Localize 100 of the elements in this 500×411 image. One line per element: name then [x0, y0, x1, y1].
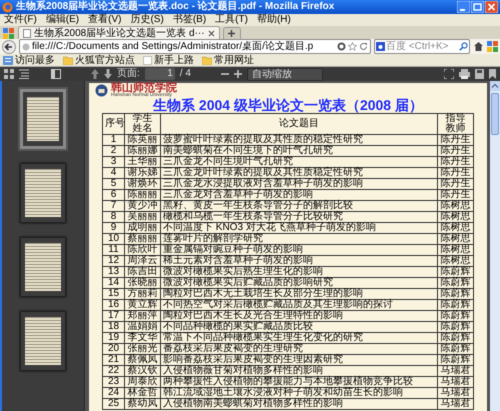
table-cell: 谢焕环 [124, 178, 160, 190]
table-cell: 13 [102, 266, 124, 278]
zoom-dropdown[interactable]: 自动缩放 [246, 68, 323, 80]
column-header: 指导教师 [438, 114, 474, 134]
table-cell: 不同温度下 KNO3 对大花飞燕草种子萌发的影响 [160, 222, 438, 234]
reload-icon[interactable] [359, 42, 368, 51]
table-cell: 陈吉田 [124, 266, 160, 278]
menu-item[interactable]: 文件(F) [4, 14, 37, 26]
table-cell: 成明丽 [124, 222, 160, 234]
column-header: 论文题目 [160, 114, 438, 134]
table-cell: 马瑞君 [438, 366, 474, 376]
table-cell: 不同热空气对采后橄榄贮藏品质及其生理影响的探讨 [160, 300, 438, 310]
bookmark-icon[interactable] [489, 69, 496, 79]
bookmark-link[interactable]: 访问最多 [3, 54, 55, 66]
table-cell: 陈蔚辉 [438, 278, 474, 288]
back-icon[interactable] [2, 40, 16, 54]
maximize-icon[interactable] [471, 1, 484, 13]
thumbnails-icon[interactable] [4, 69, 14, 79]
table-cell: 陈树思 [438, 256, 474, 266]
table-cell: 方丽莉 [124, 288, 160, 300]
menu-item[interactable]: 工具(T) [215, 14, 248, 26]
page-thumbnail[interactable] [20, 89, 66, 149]
table-cell: 陈树思 [438, 244, 474, 256]
table-cell: 林金哲 [124, 388, 160, 398]
down-arrow-icon[interactable] [104, 69, 112, 79]
table-cell: 黄立辉 [124, 300, 160, 310]
table-cell: 郑丽萍 [124, 310, 160, 322]
search-icon[interactable] [459, 42, 468, 51]
table-cell: 李文华 [124, 332, 160, 344]
table-cell: 25 [102, 398, 124, 410]
zoom-in-icon[interactable] [234, 70, 242, 78]
minimize-icon[interactable] [457, 1, 470, 13]
menu-item[interactable]: 查看(V) [88, 14, 122, 26]
fullscreen-icon[interactable] [444, 69, 454, 79]
table-cell: 陈树思 [438, 212, 474, 222]
star-list-icon [3, 56, 13, 64]
table-cell: 马瑞君 [438, 398, 474, 410]
table-cell: 陈蔚辉 [438, 332, 474, 344]
table-cell: 陈蔚辉 [438, 310, 474, 322]
page-thumbnail[interactable] [20, 311, 66, 371]
table-cell: 温娟娟 [124, 322, 160, 332]
table-cell: 南美蟛蜞菊在不同生境下的叶气孔研究 [160, 146, 438, 156]
table-cell: 陈蔚辉 [438, 288, 474, 300]
table-cell: 陈丹生 [438, 146, 474, 156]
table-cell: 陈欣叶 [124, 244, 160, 256]
new-tab-button[interactable] [222, 27, 241, 39]
column-header: 学生姓名 [124, 114, 160, 134]
save-icon[interactable] [475, 69, 484, 79]
grid-icon[interactable] [487, 41, 498, 52]
table-cell: 陈蔚辉 [438, 354, 474, 366]
table-cell: 21 [102, 354, 124, 366]
table-cell: 陈丹生 [438, 190, 474, 200]
up-arrow-icon[interactable] [91, 69, 99, 79]
table-cell: 陈蔚辉 [438, 266, 474, 278]
table-cell: 陈丹生 [438, 168, 474, 178]
table-cell: 两种攀援性入侵植物的攀援能力与本地攀援植物竞争比较 [160, 376, 438, 388]
browser-tab[interactable]: 生物系2008届毕业论文选题一览表 d··· [18, 26, 220, 39]
table-cell: 18 [102, 322, 124, 332]
page-icon [143, 56, 152, 64]
table-cell: 黄少冲 [124, 200, 160, 212]
table-cell: 入侵植物南美蟛蜞菊对植物多样性的影响 [160, 398, 438, 410]
bookmark-link[interactable]: 火狐官方站点 [63, 54, 135, 66]
table-cell: 莲雾叶片的解剖学研究 [160, 234, 438, 244]
table-cell: 吴丽丽 [124, 212, 160, 222]
scroll-up-icon[interactable] [490, 81, 500, 91]
table-cell: 陶粒对巴西木生长及光合生理特性的影响 [160, 310, 438, 322]
table-cell: 3 [102, 156, 124, 168]
bookmark-link[interactable]: 常用网址 [202, 54, 254, 66]
print-icon[interactable] [459, 69, 470, 79]
menu-item[interactable]: 历史(S) [130, 14, 164, 26]
menu-item[interactable]: 帮助(H) [256, 14, 291, 26]
bookmark-link[interactable]: 新手上路 [143, 54, 194, 66]
page-number-field[interactable]: 1 [144, 68, 175, 80]
table-cell: 陈英丽 [124, 134, 160, 146]
table-cell: 12 [102, 256, 124, 266]
table-cell: 24 [102, 388, 124, 398]
table-cell: 23 [102, 376, 124, 388]
table-cell: 三爪金龙不同生境叶气孔研究 [160, 156, 438, 168]
table-cell: 陈丹生 [438, 156, 474, 168]
table-cell: 入侵植物薇甘菊对植物多样性的影响 [160, 366, 438, 376]
table-cell: 马瑞君 [438, 376, 474, 388]
close-icon[interactable] [208, 30, 215, 36]
table-cell: 陈蔚辉 [438, 322, 474, 332]
page-thumbnail[interactable] [20, 237, 66, 297]
logo-text: 韩山师范学院 [111, 82, 177, 93]
star-icon[interactable] [348, 42, 357, 51]
scrollbar-thumb[interactable] [491, 93, 499, 135]
table-cell: 19 [102, 332, 124, 344]
page-icon [23, 28, 31, 38]
table-cell: 1 [102, 134, 124, 146]
menu-item[interactable]: 编辑(E) [46, 14, 80, 26]
table-cell: 4 [102, 168, 124, 178]
table-cell: 17 [102, 310, 124, 322]
sidebar-toggle-icon[interactable] [51, 69, 61, 79]
scrollbar[interactable] [490, 81, 500, 411]
menu-item[interactable]: 书签(B) [172, 14, 206, 26]
page-thumbnail[interactable] [20, 163, 66, 223]
table-cell: 8 [102, 212, 124, 222]
home-icon[interactable] [473, 41, 484, 52]
outline-icon[interactable] [19, 69, 29, 79]
